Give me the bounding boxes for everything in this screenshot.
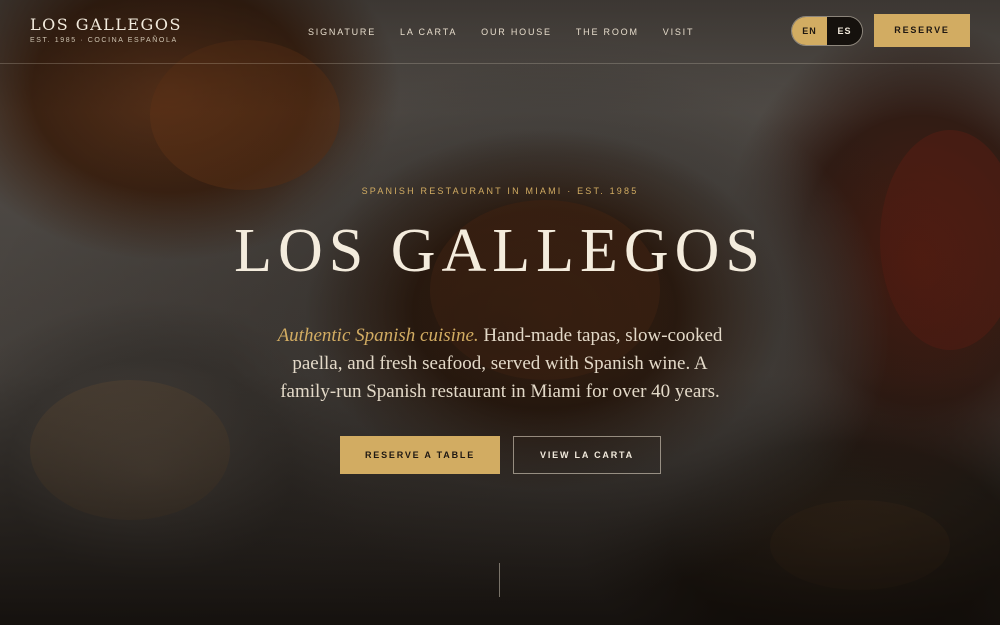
- hero-overlay: [0, 0, 1000, 625]
- language-toggle: EN ES: [791, 16, 863, 46]
- view-la-carta-button[interactable]: VIEW LA CARTA: [513, 436, 661, 474]
- reserve-table-button[interactable]: RESERVE A TABLE: [340, 436, 500, 474]
- hero-kicker: SPANISH RESTAURANT IN MIAMI · EST. 1985: [361, 186, 639, 196]
- main-menu: SIGNATURE LA CARTA OUR HOUSE THE ROOM VI…: [308, 27, 718, 37]
- lang-es-button[interactable]: ES: [827, 17, 862, 45]
- scroll-indicator[interactable]: [499, 563, 500, 597]
- hero-description-emphasis: Authentic Spanish cuisine.: [277, 325, 479, 346]
- brand-logo[interactable]: LOS GALLEGOS EST. 1985 · COCINA ESPAÑOLA: [30, 15, 182, 44]
- reserve-button[interactable]: RESERVE: [874, 14, 970, 47]
- brand-name: LOS GALLEGOS: [30, 15, 182, 34]
- menu-item-the-room[interactable]: THE ROOM: [576, 27, 639, 37]
- menu-item-la-carta[interactable]: LA CARTA: [400, 27, 457, 37]
- lang-en-button[interactable]: EN: [792, 17, 827, 45]
- hero-description: Authentic Spanish cuisine. Hand-made tap…: [270, 322, 730, 406]
- menu-item-our-house[interactable]: OUR HOUSE: [481, 27, 552, 37]
- menu-item-signature[interactable]: SIGNATURE: [308, 27, 376, 37]
- top-nav: LOS GALLEGOS EST. 1985 · COCINA ESPAÑOLA…: [0, 0, 1000, 64]
- hero-title: LOS GALLEGOS: [234, 217, 766, 285]
- brand-tagline: EST. 1985 · COCINA ESPAÑOLA: [30, 37, 178, 44]
- menu-item-visit[interactable]: VISIT: [663, 27, 695, 37]
